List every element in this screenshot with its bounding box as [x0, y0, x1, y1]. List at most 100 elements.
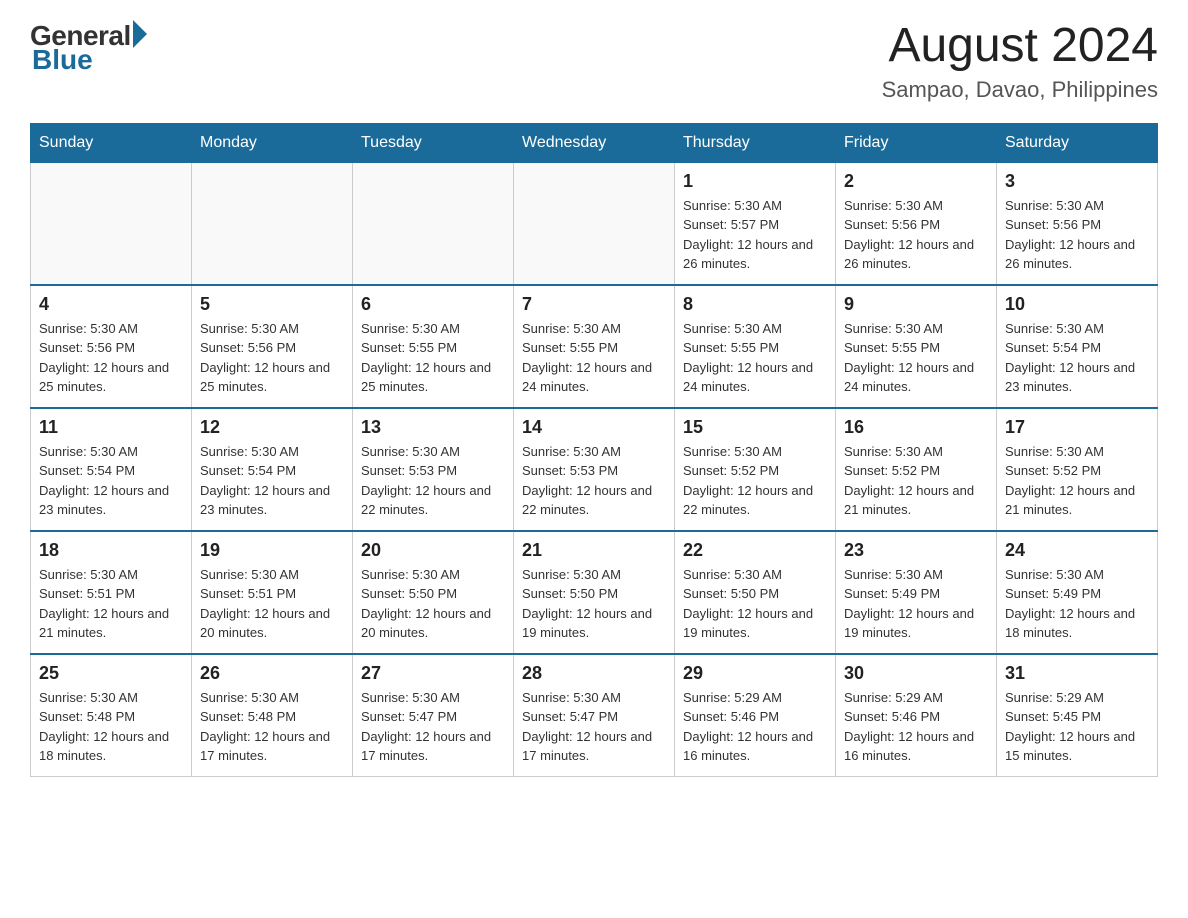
calendar-cell: 28 Sunrise: 5:30 AMSunset: 5:47 PMDayligh… — [514, 654, 675, 777]
day-number: 18 — [39, 540, 183, 561]
calendar-cell: 2 Sunrise: 5:30 AMSunset: 5:56 PMDaylight… — [836, 162, 997, 285]
day-info-text: Sunrise: 5:30 AMSunset: 5:50 PMDaylight:… — [361, 565, 505, 643]
day-header-wednesday: Wednesday — [514, 123, 675, 162]
logo: General Blue — [30, 20, 147, 76]
day-info-text: Sunrise: 5:30 AMSunset: 5:47 PMDaylight:… — [522, 688, 666, 766]
calendar-cell: 9 Sunrise: 5:30 AMSunset: 5:55 PMDaylight… — [836, 285, 997, 408]
calendar-cell: 17 Sunrise: 5:30 AMSunset: 5:52 PMDayligh… — [997, 408, 1158, 531]
calendar-cell: 23 Sunrise: 5:30 AMSunset: 5:49 PMDayligh… — [836, 531, 997, 654]
day-number: 25 — [39, 663, 183, 684]
day-number: 28 — [522, 663, 666, 684]
day-number: 21 — [522, 540, 666, 561]
calendar-cell: 4Sunrise: 5:30 AMSunset: 5:56 PMDaylight… — [31, 285, 192, 408]
day-number: 24 — [1005, 540, 1149, 561]
day-header-sunday: Sunday — [31, 123, 192, 162]
calendar-cell: 22 Sunrise: 5:30 AMSunset: 5:50 PMDayligh… — [675, 531, 836, 654]
day-number: 5 — [200, 294, 344, 315]
day-info-text: Sunrise: 5:30 AMSunset: 5:51 PMDaylight:… — [39, 565, 183, 643]
day-number: 23 — [844, 540, 988, 561]
day-info-text: Sunrise: 5:30 AMSunset: 5:57 PMDaylight:… — [683, 196, 827, 274]
calendar-cell — [31, 162, 192, 285]
day-number: 9 — [844, 294, 988, 315]
day-number: 31 — [1005, 663, 1149, 684]
calendar-cell: 26Sunrise: 5:30 AMSunset: 5:48 PMDayligh… — [192, 654, 353, 777]
calendar-cell: 27Sunrise: 5:30 AMSunset: 5:47 PMDayligh… — [353, 654, 514, 777]
calendar-cell: 8 Sunrise: 5:30 AMSunset: 5:55 PMDaylight… — [675, 285, 836, 408]
day-info-text: Sunrise: 5:30 AMSunset: 5:55 PMDaylight:… — [361, 319, 505, 397]
day-info-text: Sunrise: 5:30 AMSunset: 5:48 PMDaylight:… — [200, 688, 344, 766]
day-number: 19 — [200, 540, 344, 561]
day-info-text: Sunrise: 5:30 AMSunset: 5:52 PMDaylight:… — [1005, 442, 1149, 520]
day-info-text: Sunrise: 5:30 AMSunset: 5:51 PMDaylight:… — [200, 565, 344, 643]
day-info-text: Sunrise: 5:30 AMSunset: 5:54 PMDaylight:… — [200, 442, 344, 520]
day-number: 2 — [844, 171, 988, 192]
calendar-cell: 15 Sunrise: 5:30 AMSunset: 5:52 PMDayligh… — [675, 408, 836, 531]
day-info-text: Sunrise: 5:30 AMSunset: 5:55 PMDaylight:… — [844, 319, 988, 397]
day-header-saturday: Saturday — [997, 123, 1158, 162]
day-info-text: Sunrise: 5:30 AMSunset: 5:52 PMDaylight:… — [683, 442, 827, 520]
day-info-text: Sunrise: 5:30 AMSunset: 5:52 PMDaylight:… — [844, 442, 988, 520]
calendar-week-2: 4Sunrise: 5:30 AMSunset: 5:56 PMDaylight… — [31, 285, 1158, 408]
calendar-week-3: 11Sunrise: 5:30 AMSunset: 5:54 PMDayligh… — [31, 408, 1158, 531]
calendar-header-row: SundayMondayTuesdayWednesdayThursdayFrid… — [31, 123, 1158, 162]
calendar-cell — [514, 162, 675, 285]
calendar-cell: 11Sunrise: 5:30 AMSunset: 5:54 PMDayligh… — [31, 408, 192, 531]
day-info-text: Sunrise: 5:30 AMSunset: 5:56 PMDaylight:… — [39, 319, 183, 397]
day-header-monday: Monday — [192, 123, 353, 162]
calendar-cell: 20 Sunrise: 5:30 AMSunset: 5:50 PMDayligh… — [353, 531, 514, 654]
day-info-text: Sunrise: 5:30 AMSunset: 5:49 PMDaylight:… — [1005, 565, 1149, 643]
day-number: 10 — [1005, 294, 1149, 315]
month-year-title: August 2024 — [882, 20, 1158, 73]
day-info-text: Sunrise: 5:29 AMSunset: 5:46 PMDaylight:… — [844, 688, 988, 766]
day-number: 17 — [1005, 417, 1149, 438]
day-info-text: Sunrise: 5:30 AMSunset: 5:55 PMDaylight:… — [683, 319, 827, 397]
calendar-cell: 21Sunrise: 5:30 AMSunset: 5:50 PMDayligh… — [514, 531, 675, 654]
day-number: 1 — [683, 171, 827, 192]
day-info-text: Sunrise: 5:30 AMSunset: 5:50 PMDaylight:… — [683, 565, 827, 643]
day-number: 22 — [683, 540, 827, 561]
day-number: 8 — [683, 294, 827, 315]
calendar-cell: 10 Sunrise: 5:30 AMSunset: 5:54 PMDayligh… — [997, 285, 1158, 408]
day-number: 13 — [361, 417, 505, 438]
day-number: 15 — [683, 417, 827, 438]
day-number: 6 — [361, 294, 505, 315]
day-info-text: Sunrise: 5:30 AMSunset: 5:54 PMDaylight:… — [1005, 319, 1149, 397]
day-info-text: Sunrise: 5:30 AMSunset: 5:56 PMDaylight:… — [200, 319, 344, 397]
day-header-tuesday: Tuesday — [353, 123, 514, 162]
day-info-text: Sunrise: 5:29 AMSunset: 5:45 PMDaylight:… — [1005, 688, 1149, 766]
calendar-cell: 3 Sunrise: 5:30 AMSunset: 5:56 PMDaylight… — [997, 162, 1158, 285]
calendar-week-4: 18 Sunrise: 5:30 AMSunset: 5:51 PMDayligh… — [31, 531, 1158, 654]
day-number: 16 — [844, 417, 988, 438]
day-info-text: Sunrise: 5:30 AMSunset: 5:49 PMDaylight:… — [844, 565, 988, 643]
calendar-cell: 14 Sunrise: 5:30 AMSunset: 5:53 PMDayligh… — [514, 408, 675, 531]
day-info-text: Sunrise: 5:30 AMSunset: 5:56 PMDaylight:… — [1005, 196, 1149, 274]
day-number: 3 — [1005, 171, 1149, 192]
calendar-cell: 12Sunrise: 5:30 AMSunset: 5:54 PMDayligh… — [192, 408, 353, 531]
day-info-text: Sunrise: 5:30 AMSunset: 5:56 PMDaylight:… — [844, 196, 988, 274]
day-header-thursday: Thursday — [675, 123, 836, 162]
calendar-cell: 25 Sunrise: 5:30 AMSunset: 5:48 PMDayligh… — [31, 654, 192, 777]
day-number: 20 — [361, 540, 505, 561]
day-info-text: Sunrise: 5:30 AMSunset: 5:53 PMDaylight:… — [522, 442, 666, 520]
day-number: 29 — [683, 663, 827, 684]
day-number: 14 — [522, 417, 666, 438]
calendar-cell: 5 Sunrise: 5:30 AMSunset: 5:56 PMDaylight… — [192, 285, 353, 408]
calendar-table: SundayMondayTuesdayWednesdayThursdayFrid… — [30, 123, 1158, 777]
calendar-week-5: 25 Sunrise: 5:30 AMSunset: 5:48 PMDayligh… — [31, 654, 1158, 777]
day-info-text: Sunrise: 5:30 AMSunset: 5:48 PMDaylight:… — [39, 688, 183, 766]
day-number: 27 — [361, 663, 505, 684]
day-info-text: Sunrise: 5:29 AMSunset: 5:46 PMDaylight:… — [683, 688, 827, 766]
calendar-cell: 1 Sunrise: 5:30 AMSunset: 5:57 PMDaylight… — [675, 162, 836, 285]
location-subtitle: Sampao, Davao, Philippines — [882, 77, 1158, 103]
calendar-cell: 19 Sunrise: 5:30 AMSunset: 5:51 PMDayligh… — [192, 531, 353, 654]
page-header: General Blue August 2024 Sampao, Davao, … — [30, 20, 1158, 103]
calendar-cell: 6 Sunrise: 5:30 AMSunset: 5:55 PMDaylight… — [353, 285, 514, 408]
day-header-friday: Friday — [836, 123, 997, 162]
day-info-text: Sunrise: 5:30 AMSunset: 5:53 PMDaylight:… — [361, 442, 505, 520]
logo-blue-text: Blue — [32, 44, 93, 76]
calendar-cell — [192, 162, 353, 285]
calendar-cell: 24 Sunrise: 5:30 AMSunset: 5:49 PMDayligh… — [997, 531, 1158, 654]
calendar-cell: 18 Sunrise: 5:30 AMSunset: 5:51 PMDayligh… — [31, 531, 192, 654]
calendar-cell: 29 Sunrise: 5:29 AMSunset: 5:46 PMDayligh… — [675, 654, 836, 777]
logo-arrow-icon — [133, 20, 147, 48]
